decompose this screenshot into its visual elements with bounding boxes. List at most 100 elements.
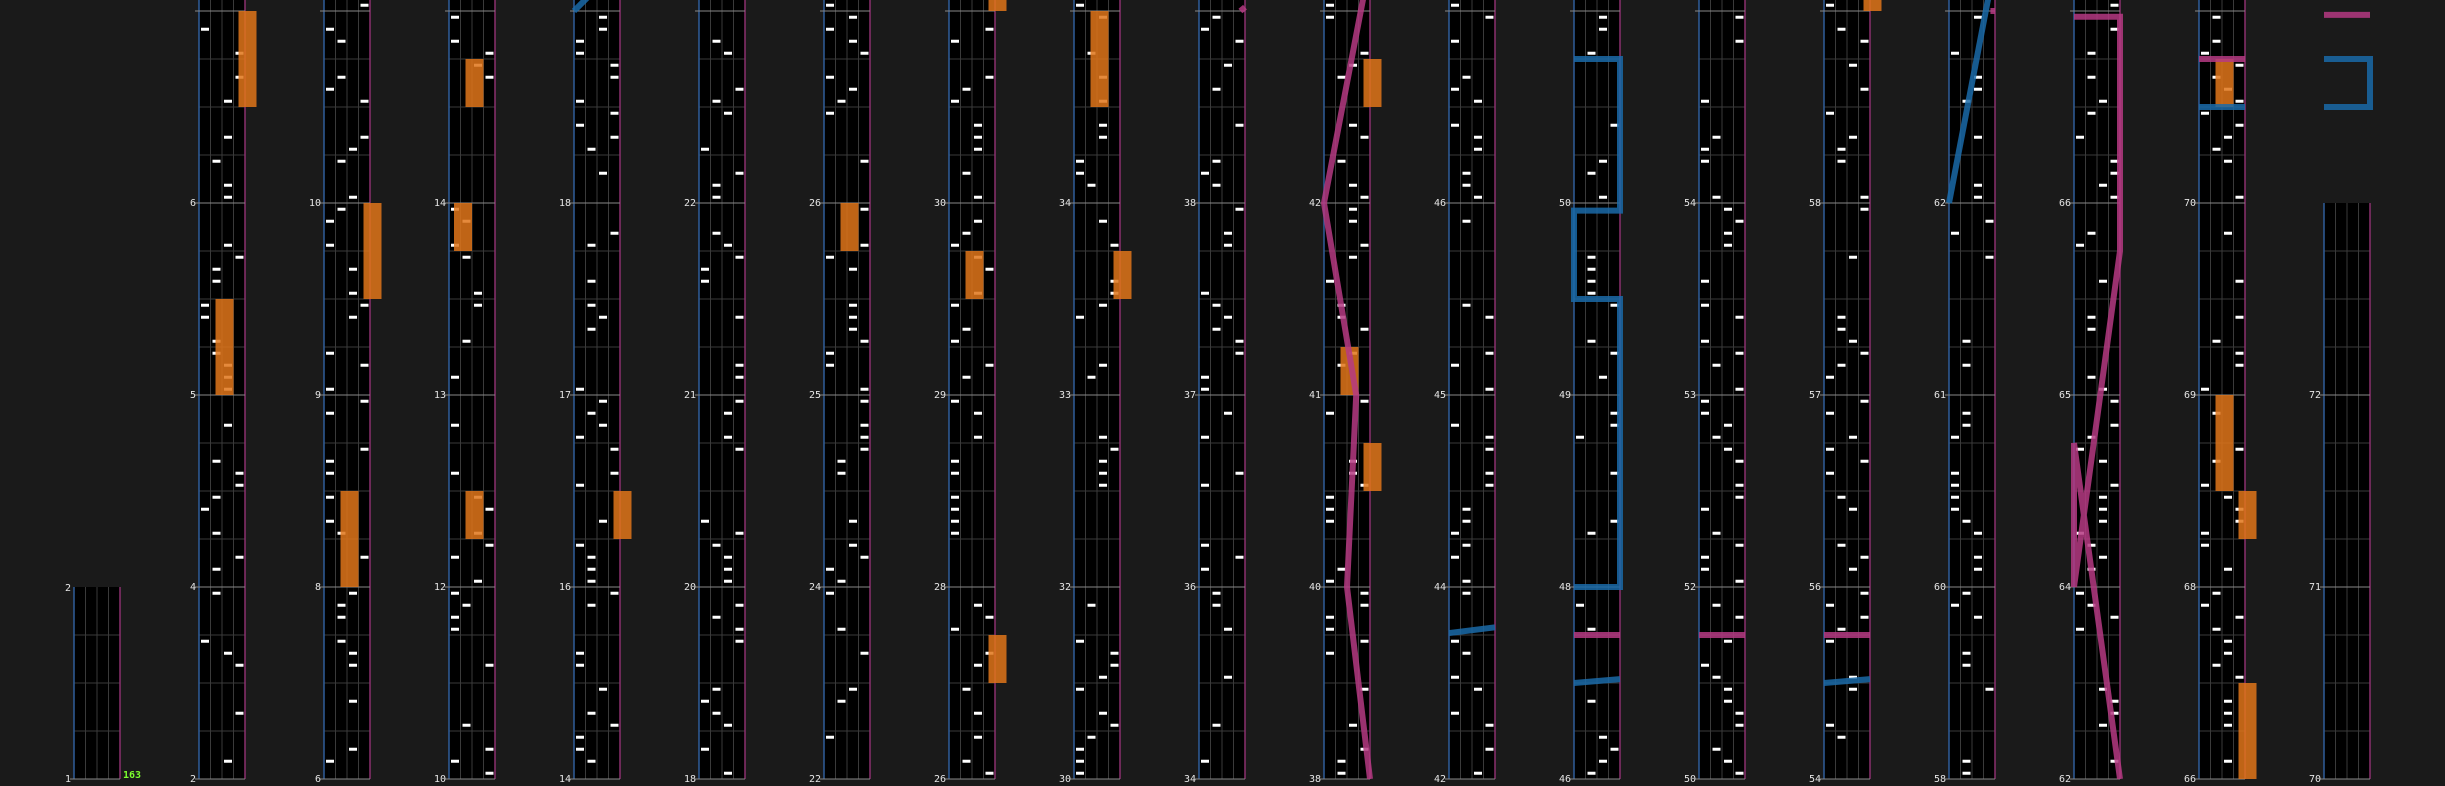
tap-note (1349, 123, 1357, 127)
tap-note (1951, 435, 1959, 439)
tap-note (349, 699, 357, 703)
tap-note (451, 39, 459, 43)
tap-note (701, 279, 709, 283)
tap-note (1837, 627, 1846, 631)
tap-note (1099, 711, 1107, 715)
tap-note (2235, 195, 2244, 199)
tap-note (974, 603, 982, 607)
tap-note (1860, 207, 1869, 211)
tap-note (1485, 747, 1494, 751)
tap-note (1451, 639, 1459, 643)
measure-column (570, 0, 621, 780)
tap-note (2087, 231, 2096, 235)
tap-note (1735, 543, 1744, 547)
tap-note (576, 543, 584, 547)
tap-note (360, 3, 369, 7)
tap-note (1212, 591, 1221, 595)
tap-note (2235, 447, 2244, 451)
tap-note (1076, 771, 1084, 775)
tap-note (951, 399, 959, 403)
measure-number: 54 (1684, 198, 1696, 209)
tap-note (1337, 159, 1346, 163)
slide-note (2324, 56, 2373, 110)
tap-note (837, 459, 846, 463)
tap-note (2099, 555, 2107, 559)
tap-note (2224, 159, 2232, 163)
hold-note (465, 59, 484, 107)
tap-note (1599, 759, 1607, 763)
tap-note (826, 111, 834, 115)
tap-note (712, 543, 721, 547)
tap-note (962, 687, 971, 691)
measure-number: 50 (1559, 198, 1571, 209)
tap-note (860, 423, 869, 427)
tap-note (1962, 339, 1971, 343)
tap-note (735, 447, 744, 451)
tap-note (1224, 411, 1232, 415)
tap-note (485, 75, 494, 79)
tap-note (1860, 459, 1869, 463)
measure-number: 16 (559, 582, 571, 593)
tap-note (2235, 363, 2244, 367)
tap-note (735, 399, 744, 403)
tap-note (2224, 495, 2232, 499)
hold-note (454, 203, 472, 251)
tap-note (1349, 255, 1357, 259)
tap-note (1201, 567, 1209, 571)
tap-note (1724, 423, 1732, 427)
tap-note (1235, 471, 1244, 475)
measure-number: 26 (934, 774, 946, 785)
tap-note (587, 243, 596, 247)
tap-note (1837, 27, 1846, 31)
tap-note (974, 219, 982, 223)
tap-note (1462, 183, 1471, 187)
tap-note (201, 303, 209, 307)
tap-note (576, 663, 584, 667)
measure-number: 14 (559, 774, 571, 785)
tap-note (587, 579, 596, 583)
tap-note (1962, 411, 1971, 415)
tap-note (951, 39, 959, 43)
tap-note (1849, 435, 1857, 439)
tap-note (1599, 159, 1607, 163)
tap-note (1587, 267, 1596, 271)
tap-note (837, 471, 846, 475)
tap-note (1735, 219, 1744, 223)
tap-note (2224, 759, 2232, 763)
tap-note (2235, 351, 2244, 355)
tap-note (1235, 123, 1244, 127)
tap-note (1712, 135, 1721, 139)
tap-note (1212, 183, 1221, 187)
measure-number: 42 (1434, 774, 1446, 785)
tap-note (599, 171, 607, 175)
tap-note (349, 147, 357, 151)
tap-note (826, 75, 834, 79)
tap-note (1201, 387, 1209, 391)
tap-note (2212, 15, 2221, 19)
tap-note (451, 591, 459, 595)
tap-note (2235, 99, 2244, 103)
tap-note (1360, 51, 1369, 55)
tap-note (724, 243, 732, 247)
tap-note (1587, 771, 1596, 775)
measure-number: 26 (809, 198, 821, 209)
tap-note (462, 339, 471, 343)
tap-note (951, 495, 959, 499)
tap-note (485, 747, 494, 751)
tap-note (1735, 483, 1744, 487)
tap-note (1110, 663, 1119, 667)
measure-number: 52 (1684, 582, 1696, 593)
tap-note (451, 375, 459, 379)
tap-note (951, 459, 959, 463)
measure-number: 13 (434, 390, 446, 401)
tap-note (849, 267, 857, 271)
tap-note (360, 447, 369, 451)
tap-note (212, 459, 221, 463)
tap-note (962, 759, 971, 763)
measure-number: 58 (1934, 774, 1946, 785)
tap-note (576, 483, 584, 487)
tap-note (1201, 375, 1209, 379)
tap-note (826, 27, 834, 31)
tap-note (587, 327, 596, 331)
tap-note (1451, 423, 1459, 427)
